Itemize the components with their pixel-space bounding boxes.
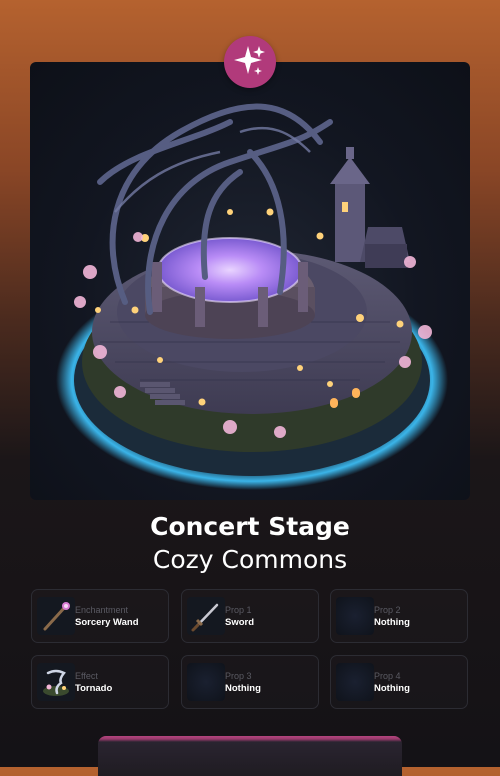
tornado-icon (37, 663, 75, 701)
slot-value-label: Nothing (374, 683, 410, 694)
empty-slot-icon (336, 663, 374, 701)
slot-type-label: Prop 1 (225, 605, 252, 615)
rarity-badge (224, 36, 276, 88)
sword-icon (187, 597, 225, 635)
slot-value-label: Tornado (75, 683, 113, 694)
slot-prop-4[interactable]: Prop 4 Nothing (330, 655, 468, 709)
slot-type-label: Effect (75, 671, 98, 681)
slot-value-label: Nothing (374, 617, 410, 628)
item-preview-card[interactable] (30, 62, 470, 500)
slot-enchantment[interactable]: Enchantment Sorcery Wand (31, 589, 169, 643)
slot-type-label: Enchantment (75, 605, 129, 615)
bottom-action-bar[interactable] (98, 736, 402, 776)
slot-type-label: Prop 4 (374, 671, 401, 681)
empty-slot-icon (187, 663, 225, 701)
slot-effect[interactable]: Effect Tornado (31, 655, 169, 709)
collection-name: Cozy Commons (152, 545, 348, 574)
slot-value-label: Sword (225, 617, 255, 628)
slot-prop-1[interactable]: Prop 1 Sword (181, 589, 319, 643)
sparkles-icon (234, 46, 265, 75)
empty-slot-icon (336, 597, 374, 635)
slot-value-label: Nothing (225, 683, 261, 694)
slot-type-label: Prop 3 (225, 671, 252, 681)
slot-prop-2[interactable]: Prop 2 Nothing (330, 589, 468, 643)
concert-stage-island-illustration (56, 103, 448, 490)
slot-prop-3[interactable]: Prop 3 Nothing (181, 655, 319, 709)
slot-type-label: Prop 2 (374, 605, 401, 615)
wand-icon (37, 597, 75, 635)
item-title: Concert Stage (150, 512, 350, 541)
slot-value-label: Sorcery Wand (75, 617, 139, 628)
